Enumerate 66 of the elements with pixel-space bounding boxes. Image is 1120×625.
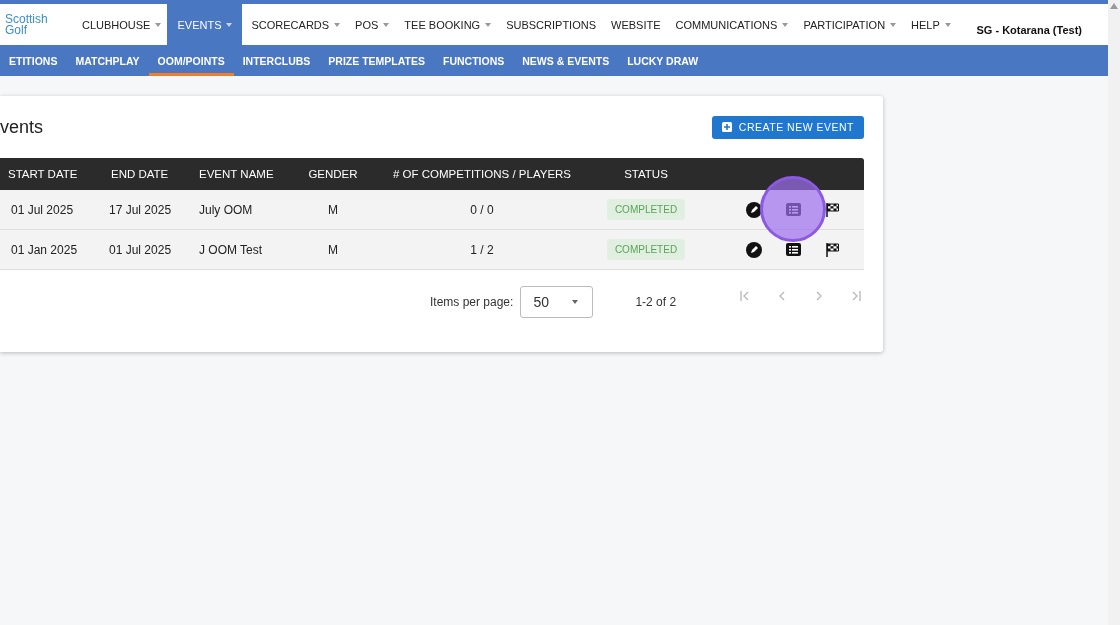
subnav-tab[interactable]: MATCHPLAY <box>66 45 149 76</box>
column-header: START DATE <box>7 168 79 180</box>
caret-icon <box>155 22 162 27</box>
column-header: EVENT NAME <box>198 168 275 180</box>
column-header: END DATE <box>110 168 170 180</box>
caret-icon <box>572 300 579 304</box>
scroll-up-icon <box>1110 3 1118 9</box>
subnav-tab[interactable]: NEWS & EVENTS <box>513 45 619 76</box>
nav-tab[interactable]: TEE BOOKING <box>398 4 498 45</box>
checkered-flag-icon <box>825 202 839 217</box>
subnav-tab[interactable]: PRIZE TEMPLATES <box>319 45 434 76</box>
table-cell-text: 0 / 0 <box>469 202 495 217</box>
subnav-tab[interactable]: FUNCTIONS <box>434 45 514 76</box>
column-header: GENDER <box>307 168 359 180</box>
caret-icon <box>782 22 789 27</box>
table-cell-text: July OOM <box>198 202 254 217</box>
status-badge: COMPLETED <box>606 239 686 260</box>
caret-icon <box>383 22 390 27</box>
subnav-tab[interactable]: INTERCLUBS <box>233 45 320 76</box>
list-icon <box>785 243 801 256</box>
table-cell-text: 01 Jul 2025 <box>10 202 75 217</box>
page-range: 1-2 of 2 <box>635 295 677 309</box>
create-event-button[interactable]: CREATE NEW EVENT <box>711 115 864 139</box>
table-cell-text: 1 / 2 <box>469 242 495 257</box>
column-header: # OF COMPETITIONS / PLAYERS <box>391 168 573 180</box>
nav-tab[interactable]: HELP <box>905 4 957 45</box>
logo[interactable]: Scottish Golf <box>0 4 73 45</box>
table-cell-text: 01 Jul 2025 <box>108 242 173 257</box>
subnav-tab[interactable]: LUCKY DRAW <box>618 45 708 76</box>
caret-icon <box>334 22 341 27</box>
nav-tab[interactable]: SCORECARDS <box>245 4 347 45</box>
user-menu[interactable]: SG - Kotarana (Test) <box>976 4 1082 45</box>
last-page-icon <box>850 290 863 302</box>
page-title: vents <box>0 116 44 138</box>
subnav-tab[interactable]: OOM/POINTS <box>148 45 234 76</box>
checkered-flag-icon <box>825 242 839 257</box>
nav-tab[interactable]: COMMUNICATIONS <box>669 4 795 45</box>
list-button[interactable] <box>784 240 802 259</box>
caret-icon <box>944 22 951 27</box>
table-cell-text: M <box>327 202 339 217</box>
page-size-select[interactable]: 50 <box>520 286 594 318</box>
nav-tab[interactable]: SUBSCRIPTIONS <box>500 4 602 45</box>
status-badge: COMPLETED <box>606 199 686 220</box>
scrollbar[interactable] <box>1108 0 1120 625</box>
items-per-page-label: Items per page: <box>430 295 514 309</box>
table-cell-text: 01 Jan 2025 <box>10 242 79 257</box>
caret-icon <box>485 22 492 27</box>
chevron-right-icon <box>815 290 824 302</box>
table-cell-text: 17 Jul 2025 <box>108 202 173 217</box>
caret-icon <box>226 22 233 27</box>
nav-tab[interactable]: POS <box>349 4 396 45</box>
nav-tab[interactable]: WEBSITE <box>605 4 667 45</box>
table-cell-text: J OOM Test <box>198 242 264 257</box>
nav-tab[interactable]: CLUBHOUSE <box>76 4 168 45</box>
edit-button[interactable] <box>745 240 763 259</box>
pencil-icon <box>746 201 762 218</box>
nav-tab[interactable]: PARTICIPATION <box>797 4 903 45</box>
plus-square-icon <box>721 122 732 132</box>
caret-icon <box>890 22 897 27</box>
nav-tab[interactable]: EVENTS <box>167 4 243 45</box>
table-cell-text: M <box>327 242 339 257</box>
pencil-icon <box>746 241 762 258</box>
subnav-tab[interactable]: ETITIONS <box>0 45 67 76</box>
column-header: STATUS <box>623 168 669 180</box>
flag-button[interactable] <box>823 240 841 259</box>
chevron-left-icon <box>778 290 787 302</box>
